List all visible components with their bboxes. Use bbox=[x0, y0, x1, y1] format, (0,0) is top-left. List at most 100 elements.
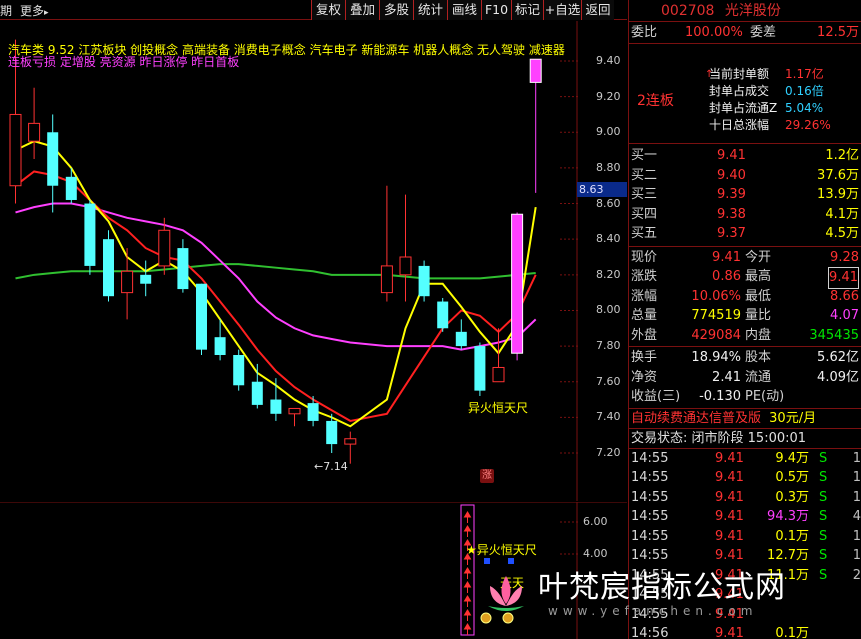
seal-block: 2连板 ↑当前封单额1.17亿↑封单占成交0.16倍↑封单占流通Z5.04%↑十… bbox=[629, 44, 861, 144]
period-label: 期 bbox=[0, 4, 13, 18]
bid-price: 9.41 bbox=[717, 148, 746, 163]
toolbar-button[interactable]: 标记 bbox=[511, 0, 543, 20]
bid-volume: 1.2亿 bbox=[825, 148, 859, 163]
bid-volume: 37.6万 bbox=[817, 167, 859, 183]
share-row: 换手 18.94% 股本 5.62亿 bbox=[629, 348, 861, 368]
toolbar-button[interactable]: 叠加 bbox=[345, 0, 379, 20]
tick-flag: S bbox=[819, 528, 828, 544]
bid-price: 9.39 bbox=[717, 187, 746, 202]
trade-status-label: 交易状态: bbox=[631, 430, 688, 446]
up-arrow-icon bbox=[463, 623, 472, 635]
limit-up-badge: 涨 bbox=[480, 469, 494, 483]
share-value: 18.94% bbox=[691, 350, 741, 365]
toolbar-button[interactable]: +自选 bbox=[543, 0, 581, 20]
signal-marker bbox=[508, 558, 514, 564]
stat-value: 0.86 bbox=[712, 269, 741, 284]
tick-time: 14:55 bbox=[631, 489, 669, 505]
seal-list: ↑当前封单额1.17亿↑封单占成交0.16倍↑封单占流通Z5.04%↑十日总涨幅… bbox=[705, 66, 861, 134]
tick-flag: S bbox=[819, 567, 828, 583]
up-arrow-icon bbox=[463, 581, 472, 593]
share-row: 收益(三) -0.130 PE(动) bbox=[629, 387, 861, 407]
seal-label: 当前封单额 bbox=[709, 67, 770, 81]
more-menu[interactable]: 更多▸ bbox=[20, 2, 49, 19]
candle-body bbox=[65, 176, 77, 200]
tick-count: 2 bbox=[852, 567, 861, 583]
share-value: -0.130 bbox=[699, 389, 741, 404]
tick-flag: S bbox=[819, 470, 828, 485]
tick-volume: 0.5万 bbox=[775, 470, 809, 485]
candle-body bbox=[399, 256, 412, 276]
tick-flag: S bbox=[819, 450, 828, 466]
tick-price: 9.41 bbox=[715, 489, 744, 505]
candle-body bbox=[270, 399, 282, 414]
up-arrow-icon bbox=[463, 595, 472, 607]
candle-body bbox=[307, 403, 319, 421]
bid-label: 买二 bbox=[631, 167, 658, 183]
candle-body bbox=[140, 274, 152, 284]
stat-label: 现价 bbox=[631, 249, 658, 265]
sub-axis-4: 4.00 bbox=[583, 547, 608, 560]
seal-row: ↑ 当前封单额 1.17亿 bbox=[705, 66, 861, 83]
tick-volume: 0.1万 bbox=[775, 626, 809, 639]
stock-name: 光洋股份 bbox=[724, 3, 781, 19]
kline-svg bbox=[9, 21, 580, 501]
tick-row: 14:55 9.41 0.5万 S 1 bbox=[629, 468, 861, 488]
trade-status-value: 闭市阶段 15:00:01 bbox=[691, 430, 807, 446]
ma60-line bbox=[15, 263, 536, 280]
toolbar-button[interactable]: 复权 bbox=[311, 0, 345, 20]
stat-row: 涨跌 0.86 最高 9.41 bbox=[629, 267, 861, 289]
bid-row: 买五 9.37 4.5万 bbox=[629, 224, 861, 244]
seal-value: 0.16倍 bbox=[785, 84, 824, 98]
share-label: PE(动) bbox=[745, 389, 785, 404]
chart-toolbar: 期 更多▸ 复权 叠加 多股 统计 画线 F10 标记 +自选 返回 bbox=[0, 0, 627, 20]
seal-label: 十日总涨幅 bbox=[709, 118, 770, 132]
toolbar-button[interactable]: 多股 bbox=[379, 0, 413, 20]
tick-count: 1 bbox=[852, 450, 861, 466]
promo-text: 自动续费通达信普及版 bbox=[631, 410, 762, 426]
current-price-tag: 8.63 bbox=[577, 182, 627, 197]
tick-flag: S bbox=[819, 509, 828, 524]
stat-label: 涨跌 bbox=[631, 269, 658, 284]
share-value: 4.09亿 bbox=[817, 369, 859, 385]
candle-body bbox=[492, 366, 505, 383]
candle-body bbox=[177, 248, 189, 290]
trade-status-row: 交易状态: 闭市阶段 15:00:01 bbox=[629, 429, 861, 449]
bid-label: 买三 bbox=[631, 187, 658, 202]
candle-body bbox=[529, 58, 542, 83]
stat-label: 涨幅 bbox=[631, 288, 658, 304]
toolbar-button[interactable]: 画线 bbox=[447, 0, 481, 20]
stat-row: 外盘 429084 内盘 345435 bbox=[629, 326, 861, 346]
toolbar-button[interactable]: F10 bbox=[481, 0, 511, 20]
price-stats: 现价 9.41 今开 9.28 涨跌 0.86 最高 9.41 涨幅 10.06% 最低 8.66 总量… bbox=[629, 247, 861, 347]
stat-value: 9.41 bbox=[828, 267, 859, 289]
share-label: 换手 bbox=[631, 350, 658, 365]
tick-volume: 0.3万 bbox=[775, 489, 809, 505]
weibi-row: 委比 100.00% 委差 12.5万 bbox=[629, 22, 861, 44]
tick-time: 14:55 bbox=[631, 470, 669, 485]
tick-count: 1 bbox=[852, 489, 861, 505]
tick-time: 14:55 bbox=[631, 450, 669, 466]
stat-label: 总量 bbox=[631, 308, 658, 323]
candle-body bbox=[103, 239, 114, 297]
bid-list: 买一 9.41 1.2亿 买二 9.40 37.6万 买三 9.39 13.9万 买四 9.38 4.… bbox=[629, 144, 861, 247]
concept-tags-line2: 连板亏损 定增股 亮资源 昨日涨停 昨日首板 bbox=[8, 55, 240, 69]
tick-volume: 0.1万 bbox=[775, 528, 809, 544]
toolbar-button[interactable]: 返回 bbox=[581, 0, 614, 20]
more-label: 更多 bbox=[20, 4, 45, 18]
bid-row: 买一 9.41 1.2亿 bbox=[629, 146, 861, 166]
kline-chart[interactable]: 汽车类 9.52 江苏板块 创投概念 高端装备 消费电子概念 汽车电子 新能源车… bbox=[0, 21, 627, 501]
board-count: 2连板 bbox=[637, 93, 674, 109]
promo-price: 30元/月 bbox=[769, 410, 817, 426]
bid-price: 9.40 bbox=[717, 167, 746, 183]
current-price-value: 8.63 bbox=[579, 183, 604, 196]
sub-signal-label: ★异火恒天尺 bbox=[466, 543, 537, 557]
candle-body bbox=[84, 203, 96, 266]
promo-row[interactable]: 自动续费通达信普及版 30元/月 bbox=[629, 409, 861, 429]
indicator-chart[interactable]: 6.00 4.00 ★异火恒天尺 天天 bbox=[0, 502, 627, 639]
stat-value: 429084 bbox=[691, 327, 741, 343]
more-arrow-icon: ▸ bbox=[44, 8, 49, 18]
toolbar-button[interactable]: 统计 bbox=[413, 0, 447, 20]
tick-count: 1 bbox=[852, 548, 861, 563]
watermark-title: 叶梵宸指标公式网 bbox=[538, 570, 786, 605]
stat-value: 345435 bbox=[809, 327, 859, 343]
